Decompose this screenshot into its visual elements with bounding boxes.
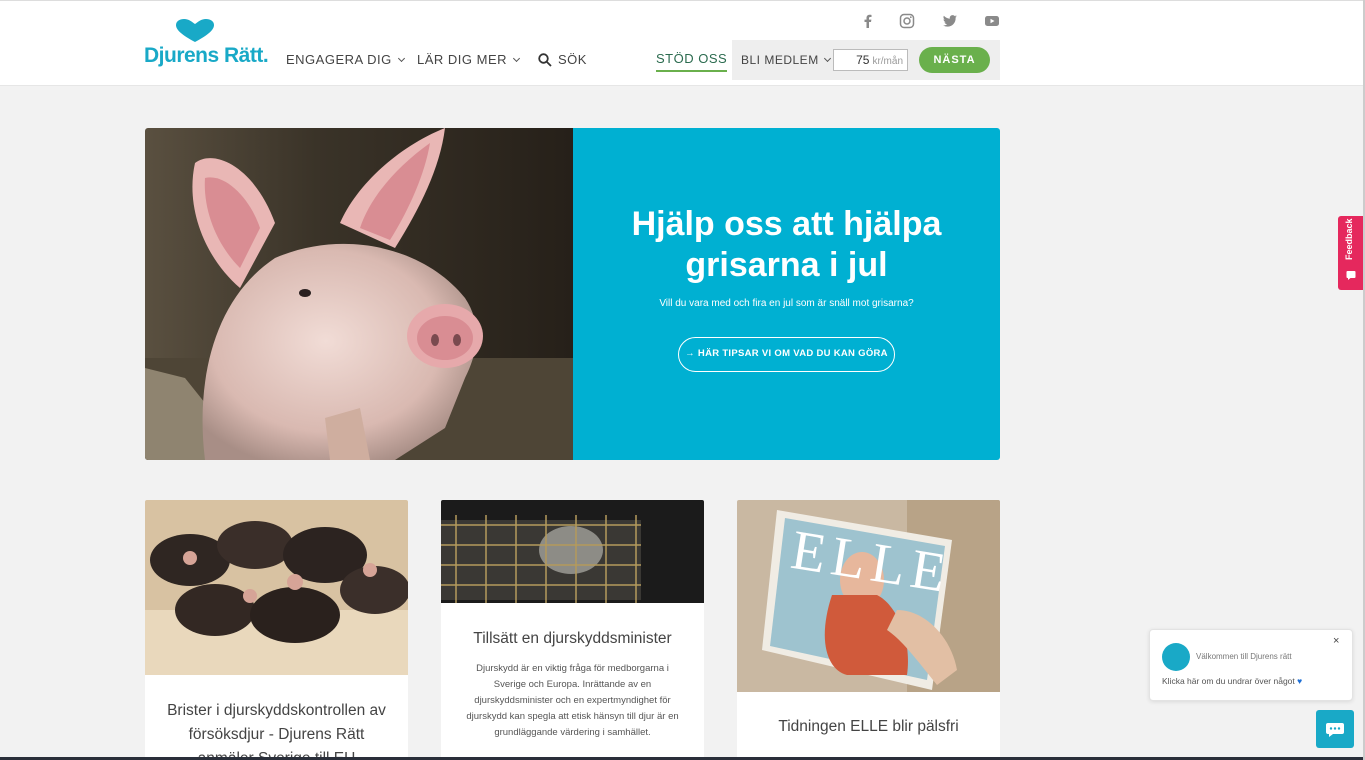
search-icon bbox=[538, 52, 552, 67]
logo-text: Djurens Rätt. bbox=[144, 44, 269, 67]
logo[interactable]: Djurens Rätt. bbox=[144, 19, 269, 69]
feedback-tab[interactable]: Feedback bbox=[1338, 216, 1365, 290]
chevron-down-icon bbox=[397, 54, 405, 62]
pig-illustration bbox=[145, 128, 573, 460]
chat-message: Klicka här om du undrar över något ♥ bbox=[1162, 676, 1302, 686]
feedback-label: Feedback bbox=[1344, 218, 1354, 260]
chevron-down-icon bbox=[512, 54, 521, 62]
site-header: Djurens Rätt. ENGAGERA DIG LÄR DIG MER S… bbox=[0, 0, 1365, 86]
chat-button[interactable] bbox=[1316, 710, 1354, 748]
heart-icon: ♥ bbox=[1297, 676, 1303, 686]
nav-lar-dig-mer-label: LÄR DIG MER bbox=[417, 52, 508, 67]
card-title: Brister i djurskyddskontrollen av försök… bbox=[167, 702, 386, 760]
hero-panel: Hjälp oss att hjälpa grisarna i jul Vill… bbox=[573, 128, 1000, 460]
chat-welcome: Välkommen till Djurens rätt bbox=[1196, 652, 1292, 661]
chevron-down-icon bbox=[823, 54, 831, 63]
nav-lar-dig-mer[interactable]: LÄR DIG MER bbox=[417, 52, 521, 67]
close-icon[interactable]: × bbox=[1333, 635, 1339, 647]
membership-form: BLI MEDLEM 75 kr/mån NÄSTA bbox=[732, 40, 1000, 80]
hero-cta-label: HÄR TIPSAR VI OM VAD DU KAN GÖRA bbox=[697, 348, 888, 359]
hero-title: Hjälp oss att hjälpa grisarna i jul bbox=[631, 205, 942, 284]
youtube-icon[interactable] bbox=[984, 13, 1000, 29]
facebook-icon[interactable] bbox=[860, 13, 876, 29]
member-label: BLI MEDLEM bbox=[741, 53, 819, 67]
cage-image bbox=[441, 500, 704, 603]
nav-search-label: SÖK bbox=[558, 52, 587, 67]
amount-input[interactable]: 75 kr/mån bbox=[833, 49, 908, 71]
chat-popup[interactable]: Välkommen till Djurens rätt Klicka här o… bbox=[1149, 629, 1353, 701]
card-text: Djurskydd är en viktig fråga för medborg… bbox=[466, 663, 679, 738]
hero-pig-image bbox=[145, 128, 573, 460]
article-card[interactable]: ELLE Tidningen ELLE blir pälsfri bbox=[737, 500, 1000, 760]
hero-banner: Hjälp oss att hjälpa grisarna i jul Vill… bbox=[145, 128, 1000, 460]
mice-image bbox=[145, 500, 408, 675]
nav-engagera[interactable]: ENGAGERA DIG bbox=[286, 52, 405, 67]
elle-magazine-image: ELLE bbox=[737, 500, 1000, 692]
next-button[interactable]: NÄSTA bbox=[919, 47, 990, 73]
chat-avatar bbox=[1162, 643, 1190, 671]
arrow-right-icon: → bbox=[685, 348, 698, 359]
article-card[interactable]: Brister i djurskyddskontrollen av försök… bbox=[145, 500, 408, 760]
nav-search[interactable]: SÖK bbox=[538, 52, 587, 67]
heart-logo-icon bbox=[176, 19, 214, 42]
article-card[interactable]: Tillsätt en djurskyddsminister Djurskydd… bbox=[441, 500, 704, 760]
card-title: Tillsätt en djurskyddsminister bbox=[473, 630, 672, 647]
amount-unit: kr/mån bbox=[872, 56, 903, 67]
card-title: Tidningen ELLE blir pälsfri bbox=[778, 718, 959, 735]
hero-cta-button[interactable]: → HÄR TIPSAR VI OM VAD DU KAN GÖRA bbox=[678, 337, 895, 372]
instagram-icon[interactable] bbox=[899, 13, 915, 29]
support-link[interactable]: STÖD OSS bbox=[656, 51, 728, 72]
chat-icon bbox=[1326, 723, 1344, 737]
feedback-icon bbox=[1346, 271, 1356, 280]
member-dropdown[interactable]: BLI MEDLEM bbox=[741, 53, 831, 67]
chat-message-text: Klicka här om du undrar över något bbox=[1162, 676, 1295, 686]
hero-subtitle: Vill du vara med och fira en jul som är … bbox=[659, 298, 914, 309]
nav-engagera-label: ENGAGERA DIG bbox=[286, 52, 392, 67]
amount-value: 75 bbox=[856, 53, 870, 67]
twitter-icon[interactable] bbox=[942, 13, 958, 29]
